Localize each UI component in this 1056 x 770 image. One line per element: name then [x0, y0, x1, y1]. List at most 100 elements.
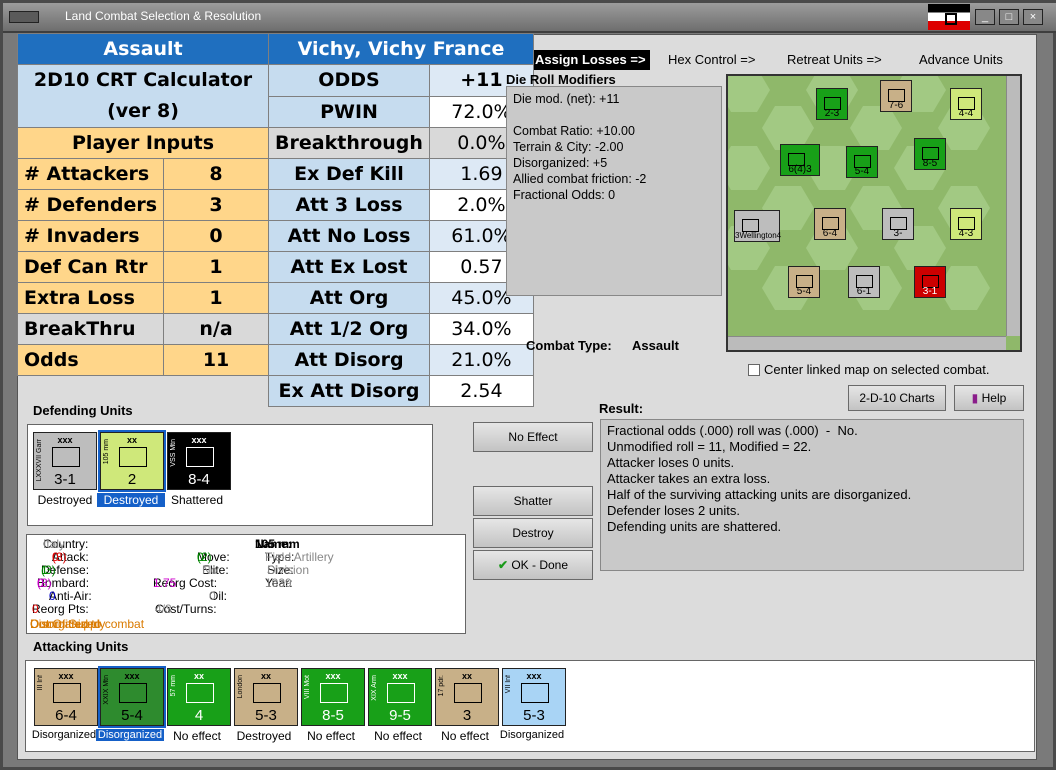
attacking-unit[interactable]: xx 17 pdr. 3 [435, 668, 499, 726]
att-org-label: Att Org [268, 282, 430, 314]
no-effect-button[interactable]: No Effect [473, 422, 593, 452]
checkmark-icon: ✔ [497, 558, 508, 572]
attacking-units-label: Attacking Units [33, 639, 129, 654]
help-book-icon: ▮ [971, 391, 979, 405]
unit-info-panel: Country: Italy Attack: 0 (3) Defense: 1 … [26, 534, 466, 634]
window-menu-icon[interactable] [9, 11, 39, 23]
att-no-loss-label: Att No Loss [268, 220, 430, 252]
defending-unit[interactable]: xxx VSS Mtn 8-4 [167, 432, 231, 490]
breakthrough-label: Breakthrough [268, 127, 430, 159]
title-bar: Land Combat Selection & Resolution _ □ × [3, 3, 1056, 33]
map-counter[interactable]: 3Wellington4 [734, 210, 781, 242]
attacking-unit-status: Disorganized [96, 729, 164, 741]
result-label: Result: [599, 401, 644, 416]
minimize-button[interactable]: _ [975, 9, 995, 25]
attacking-unit-status: No effect [173, 729, 221, 743]
window-title: Land Combat Selection & Resolution [65, 9, 262, 23]
attackers-label: # Attackers [16, 158, 165, 190]
defenders-label: # Defenders [16, 189, 165, 221]
map-counter[interactable]: 3-1 [914, 266, 946, 298]
result-text: Fractional odds (.000) roll was (.000) -… [600, 419, 1024, 571]
tab-hex-control[interactable]: Hex Control => [668, 50, 755, 70]
tab-retreat-units[interactable]: Retreat Units => [787, 50, 882, 70]
defenders-value: 3 [163, 189, 270, 221]
invaders-label: # Invaders [16, 220, 165, 252]
map-counter[interactable]: 4-4 [950, 88, 982, 120]
defending-unit[interactable]: xxx LXXXVII Garr 3-1 [33, 432, 97, 490]
invaders-value: 0 [163, 220, 270, 252]
attacking-unit[interactable]: xx 57 mm 4 [167, 668, 231, 726]
charts-button[interactable]: 2-D-10 Charts [848, 385, 946, 411]
ex-att-disorg-label: Ex Att Disorg [268, 375, 430, 407]
drm-header: Die Roll Modifiers [506, 72, 616, 87]
germany-flag-icon [928, 4, 970, 30]
calc-name: 2D10 CRT Calculator (ver 8) [16, 64, 270, 128]
help-button[interactable]: ▮ Help [954, 385, 1024, 411]
drm-text: Die mod. (net): +11 Combat Ratio: +10.00… [506, 86, 722, 296]
map-counter[interactable]: 4-3 [950, 208, 982, 240]
odds-label: ODDS [268, 64, 430, 97]
empty-cell [17, 375, 270, 407]
att-half-org-value: 34.0% [428, 313, 534, 345]
player-inputs-header: Player Inputs [16, 127, 270, 159]
tab-assign-losses[interactable]: Assign Losses => [531, 50, 650, 70]
attacking-unit-status: Disorganized [31, 729, 97, 741]
def-can-rtr-label: Def Can Rtr [16, 251, 165, 283]
combat-type-value: Assault [632, 338, 679, 353]
map-counter[interactable]: 5-4 [846, 146, 878, 178]
breakthru-label: BreakThru [16, 313, 165, 345]
tab-advance-units[interactable]: Advance Units [919, 50, 1003, 70]
ex-att-disorg-value: 2.54 [428, 375, 534, 407]
attacking-unit-status: Disorganized [499, 729, 565, 741]
odds-input-value: 11 [163, 344, 270, 376]
attackers-value: 8 [163, 158, 270, 190]
extra-loss-label: Extra Loss [16, 282, 165, 314]
defending-unit-status: Shattered [170, 493, 224, 507]
calc-title-left: Assault [16, 33, 270, 65]
att-ex-lost-label: Att Ex Lost [268, 251, 430, 283]
attacking-unit-status: No effect [307, 729, 355, 743]
attacking-unit[interactable]: xx London 5-3 [234, 668, 298, 726]
defending-units-label: Defending Units [33, 403, 133, 418]
map-counter[interactable]: 3- [882, 208, 914, 240]
destroy-button[interactable]: Destroy [473, 518, 593, 548]
att-3-loss-label: Att 3 Loss [268, 189, 430, 221]
map-horizontal-scrollbar[interactable] [728, 336, 1006, 350]
defending-unit[interactable]: xx 105 mm 2 [98, 430, 166, 492]
ok-done-button[interactable]: ✔ OK - Done [473, 550, 593, 580]
attacking-unit[interactable]: xxx XXIX Mtn 5-4 [98, 666, 166, 728]
map-counter[interactable]: 6-1 [848, 266, 880, 298]
close-button[interactable]: × [1023, 9, 1043, 25]
attacking-unit[interactable]: xxx XIX Arm 9-5 [368, 668, 432, 726]
extra-loss-value: 1 [163, 282, 270, 314]
odds-input-label: Odds [16, 344, 165, 376]
attacking-unit-status: Destroyed [236, 729, 292, 743]
crt-calculator-table: Assault Vichy, Vichy France 2D10 CRT Cal… [16, 33, 534, 407]
att-disorg-value: 21.0% [428, 344, 534, 376]
att-half-org-label: Att 1/2 Org [268, 313, 430, 345]
map-counter[interactable]: 7-6 [880, 80, 912, 112]
attacking-unit[interactable]: xxx III Inf 6-4 [34, 668, 98, 726]
map-counter[interactable]: 8-5 [914, 138, 946, 170]
attacking-unit[interactable]: xxx VII Inf 5-3 [502, 668, 566, 726]
map-vertical-scrollbar[interactable] [1006, 76, 1020, 336]
map-counter[interactable]: 5-4 [788, 266, 820, 298]
pwin-label: PWIN [268, 95, 430, 128]
combat-type-label: Combat Type: [526, 338, 612, 353]
restore-button[interactable]: □ [999, 9, 1019, 25]
shatter-button[interactable]: Shatter [473, 486, 593, 516]
calc-title-right: Vichy, Vichy France [268, 33, 534, 65]
combat-map[interactable]: 2-3 7-6 4-4 6(4)3 5-4 8-5 6-4 3- 4-3 5-4… [726, 74, 1022, 352]
attacking-unit-status: No effect [374, 729, 422, 743]
map-counter[interactable]: 6-4 [814, 208, 846, 240]
attacking-unit[interactable]: xxx VIII Mot 8-5 [301, 668, 365, 726]
map-counter[interactable]: 2-3 [816, 88, 848, 120]
center-linked-checkbox[interactable] [748, 364, 760, 376]
map-counter[interactable]: 6(4)3 [780, 144, 820, 176]
defending-unit-status: Destroyed [97, 493, 165, 507]
center-linked-label: Center linked map on selected combat. [764, 362, 990, 377]
ex-def-kill-label: Ex Def Kill [268, 158, 430, 190]
att-disorg-label: Att Disorg [268, 344, 430, 376]
defending-unit-status: Destroyed [37, 493, 93, 507]
breakthru-value: n/a [163, 313, 270, 345]
